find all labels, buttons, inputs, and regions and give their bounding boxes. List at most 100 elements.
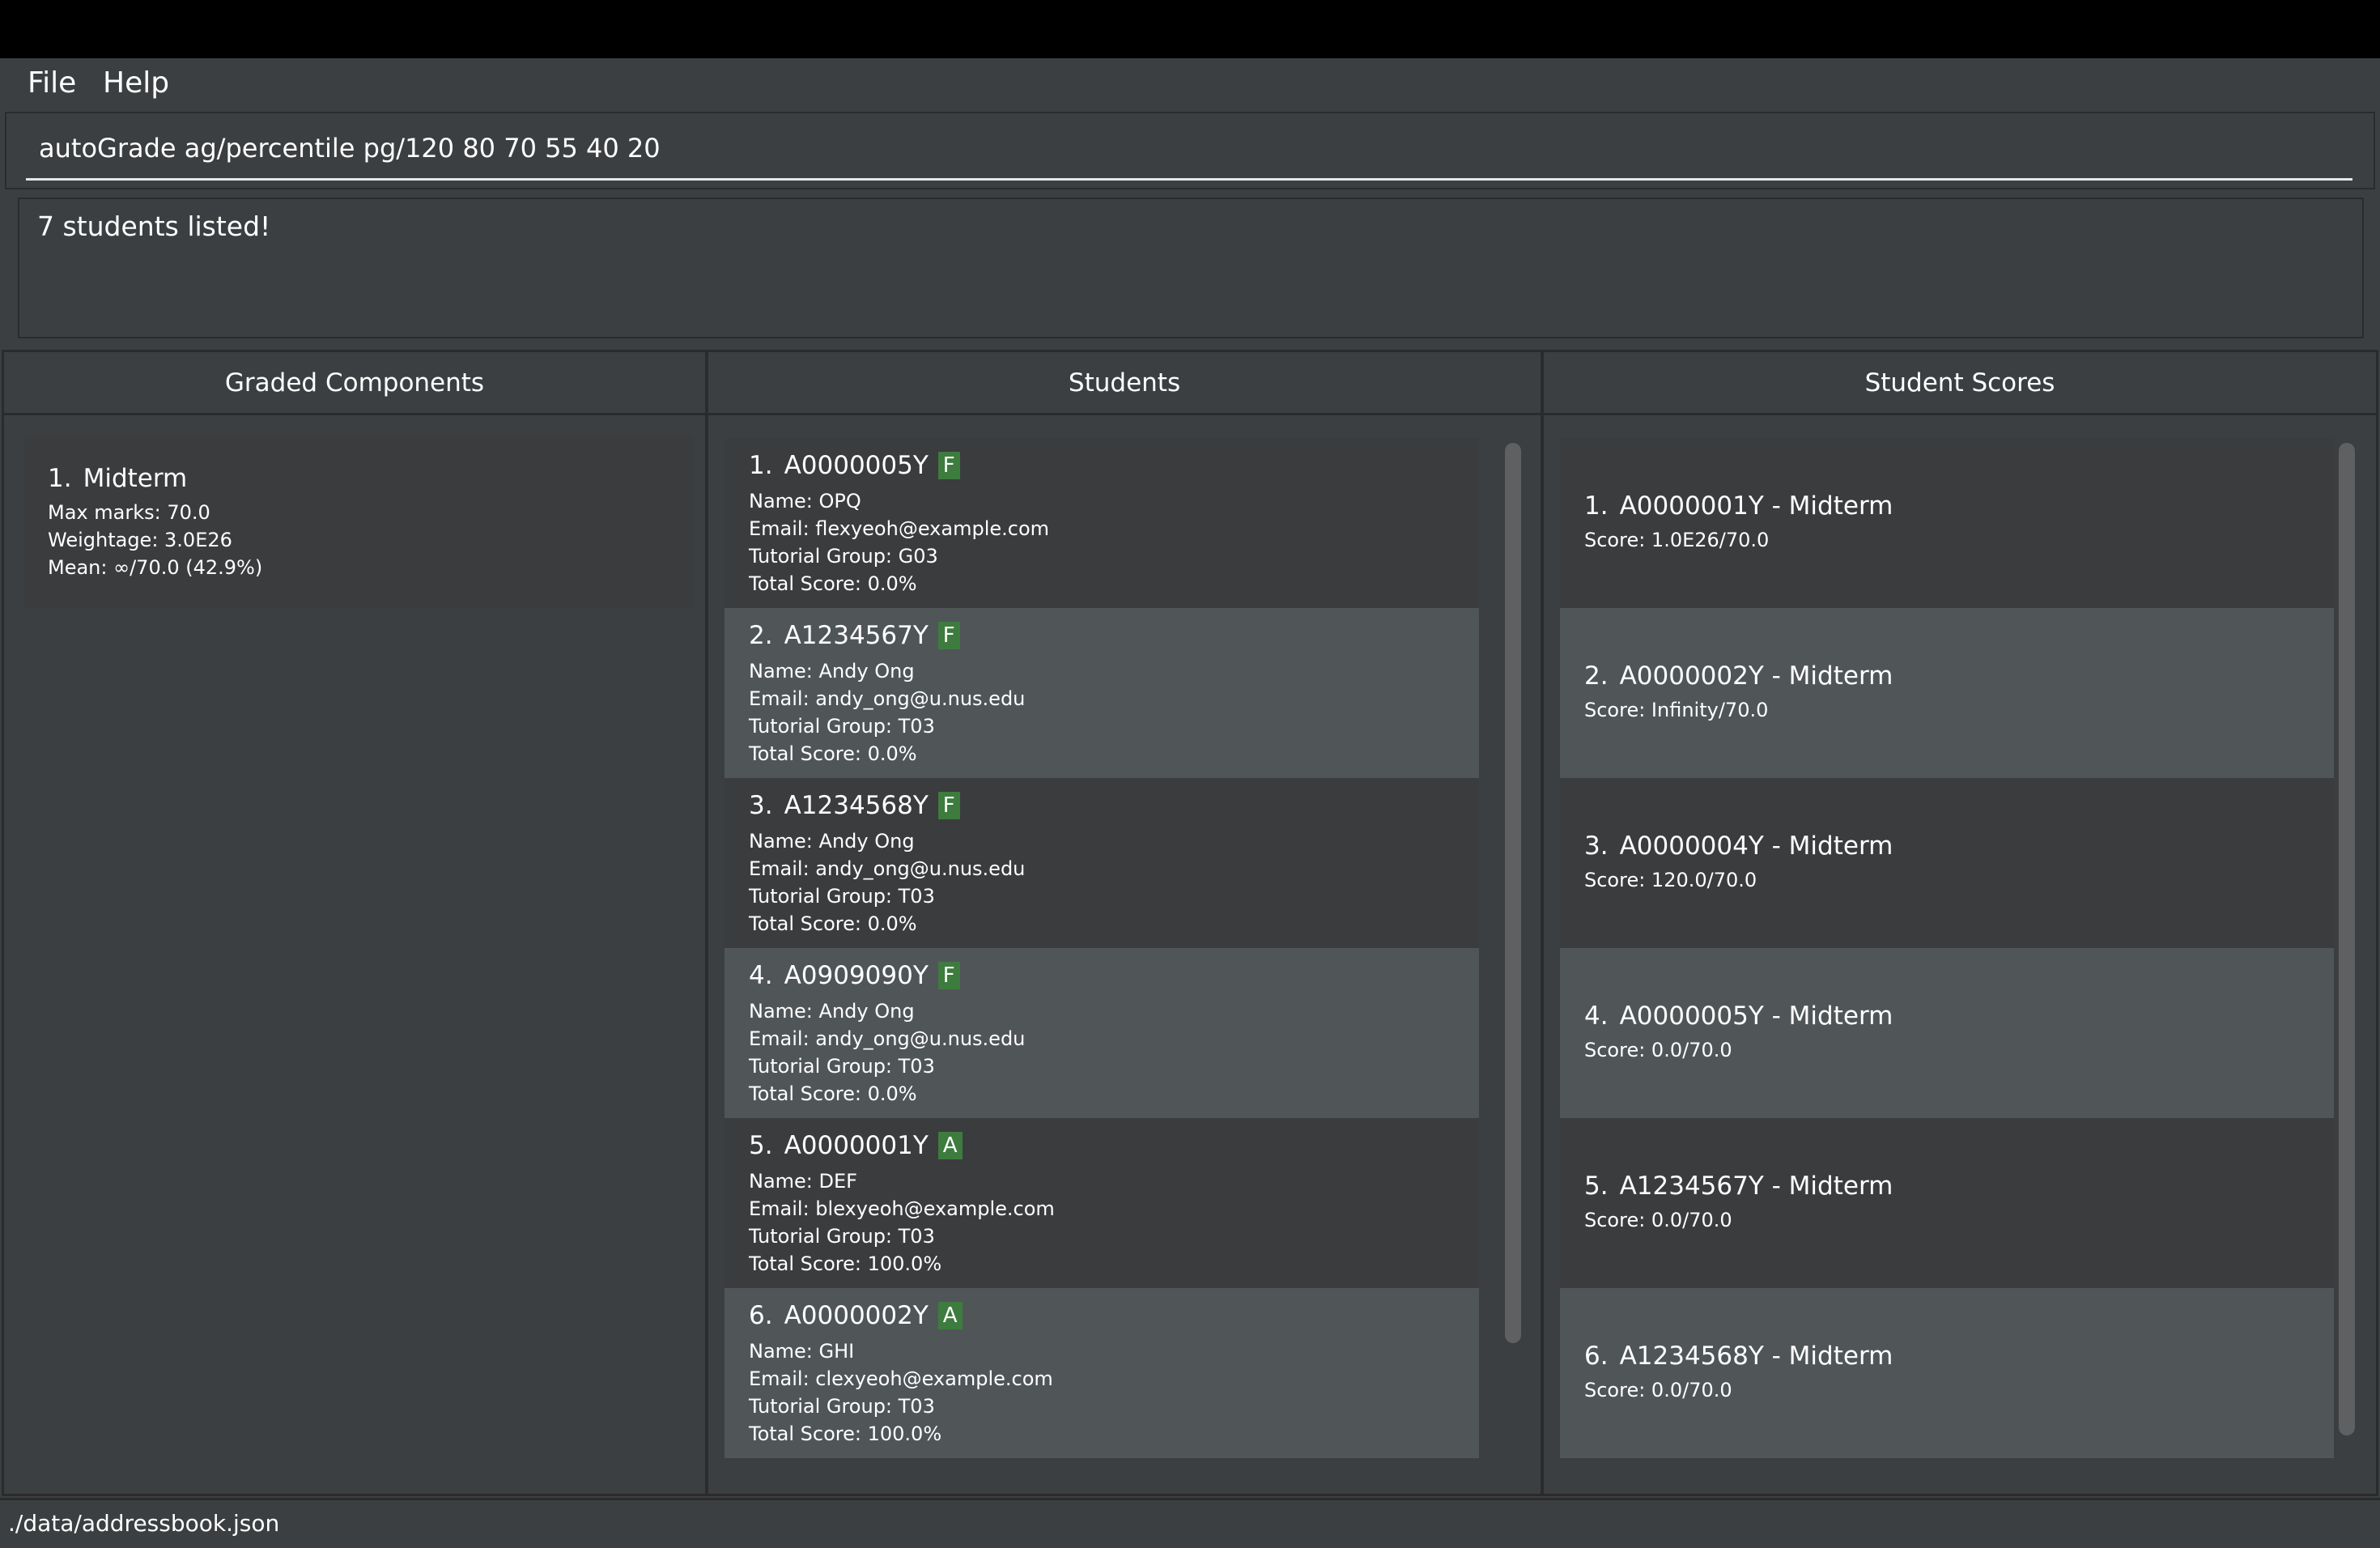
menu-help[interactable]: Help bbox=[103, 66, 169, 100]
students-header: Students bbox=[708, 352, 1541, 415]
score-index: 1. bbox=[1584, 491, 1609, 521]
student-name: Name: Andy Ong bbox=[749, 1000, 915, 1023]
student-title: 6. A0000002Y A bbox=[749, 1301, 963, 1330]
student-scores-header: Student Scores bbox=[1544, 352, 2376, 415]
storage-path: ./data/addressbook.json bbox=[8, 1510, 280, 1537]
score-value: Score: Infinity/70.0 bbox=[1584, 699, 1769, 721]
score-student-component: A0000005Y - Midterm bbox=[1619, 1002, 1893, 1031]
result-message: 7 students listed! bbox=[37, 211, 271, 242]
student-email: Email: andy_ong@u.nus.edu bbox=[749, 857, 1026, 880]
component-max-marks: Max marks: 70.0 bbox=[48, 501, 210, 524]
student-total-score: Total Score: 100.0% bbox=[749, 1252, 942, 1275]
student-card[interactable]: 6. A0000002Y A Name: GHI Email: clexyeoh@exa… bbox=[725, 1288, 1479, 1458]
grade-badge: A bbox=[937, 1132, 963, 1159]
score-value: Score: 0.0/70.0 bbox=[1584, 1209, 1732, 1231]
student-name: Name: OPQ bbox=[749, 490, 861, 512]
window-title-bar bbox=[0, 0, 2380, 58]
graded-components-header: Graded Components bbox=[4, 352, 705, 415]
student-tutorial-group: Tutorial Group: T03 bbox=[749, 1225, 935, 1248]
student-index: 4. bbox=[749, 961, 773, 990]
student-title: 2. A1234567Y F bbox=[749, 621, 960, 650]
student-index: 2. bbox=[749, 621, 773, 650]
menu-file[interactable]: File bbox=[28, 66, 76, 100]
student-title: 5. A0000001Y A bbox=[749, 1131, 963, 1160]
score-card[interactable]: 3. A0000004Y - Midterm Score: 120.0/70.0 bbox=[1560, 778, 2334, 948]
score-card[interactable]: 2. A0000002Y - Midterm Score: Infinity/70.… bbox=[1560, 608, 2334, 778]
student-name: Name: Andy Ong bbox=[749, 660, 915, 683]
student-total-score: Total Score: 0.0% bbox=[749, 572, 917, 595]
score-card[interactable]: 6. A1234568Y - Midterm Score: 0.0/70.0 bbox=[1560, 1288, 2334, 1458]
student-id: A1234568Y bbox=[784, 791, 929, 820]
student-name: Name: DEF bbox=[749, 1170, 857, 1193]
student-id: A0909090Y bbox=[784, 961, 929, 990]
student-email: Email: andy_ong@u.nus.edu bbox=[749, 687, 1026, 710]
component-index: 1. bbox=[48, 464, 72, 493]
student-card[interactable]: 3. A1234568Y F Name: Andy Ong Email: andy_on… bbox=[725, 778, 1479, 948]
scores-scrollbar[interactable] bbox=[2339, 443, 2355, 1435]
graded-components-panel: Graded Components 1. Midterm Max marks: … bbox=[2, 350, 708, 1496]
student-total-score: Total Score: 0.0% bbox=[749, 1082, 917, 1105]
student-index: 3. bbox=[749, 791, 773, 820]
score-index: 6. bbox=[1584, 1342, 1609, 1371]
student-email: Email: clexyeoh@example.com bbox=[749, 1367, 1053, 1390]
grade-badge: F bbox=[937, 452, 960, 479]
student-total-score: Total Score: 0.0% bbox=[749, 912, 917, 935]
component-weightage: Weightage: 3.0E26 bbox=[48, 529, 232, 551]
command-input-underline bbox=[26, 178, 2352, 181]
score-card[interactable]: 5. A1234567Y - Midterm Score: 0.0/70.0 bbox=[1560, 1118, 2334, 1288]
command-box[interactable]: autoGrade ag/percentile pg/120 80 70 55 … bbox=[5, 112, 2375, 189]
student-card[interactable]: 5. A0000001Y A Name: DEF Email: blexyeoh@exa… bbox=[725, 1118, 1479, 1288]
score-value: Score: 0.0/70.0 bbox=[1584, 1039, 1732, 1061]
student-title: 1. A0000005Y F bbox=[749, 451, 960, 480]
score-title: 5. A1234567Y - Midterm bbox=[1584, 1172, 1893, 1201]
score-value: Score: 1.0E26/70.0 bbox=[1584, 529, 1770, 551]
score-value: Score: 0.0/70.0 bbox=[1584, 1379, 1732, 1401]
grade-badge: A bbox=[937, 1302, 963, 1329]
student-id: A0000005Y bbox=[784, 451, 929, 480]
score-student-component: A1234568Y - Midterm bbox=[1619, 1342, 1893, 1371]
student-total-score: Total Score: 0.0% bbox=[749, 742, 917, 765]
score-student-component: A0000004Y - Midterm bbox=[1619, 831, 1893, 861]
score-index: 5. bbox=[1584, 1172, 1609, 1201]
student-tutorial-group: Tutorial Group: T03 bbox=[749, 885, 935, 908]
component-title: 1. Midterm bbox=[48, 464, 187, 493]
student-email: Email: andy_ong@u.nus.edu bbox=[749, 1027, 1026, 1050]
student-index: 1. bbox=[749, 451, 773, 480]
score-title: 6. A1234568Y - Midterm bbox=[1584, 1342, 1893, 1371]
student-index: 5. bbox=[749, 1131, 773, 1160]
student-card[interactable]: 2. A1234567Y F Name: Andy Ong Email: andy_on… bbox=[725, 608, 1479, 778]
component-name: Midterm bbox=[83, 464, 188, 493]
student-total-score: Total Score: 100.0% bbox=[749, 1423, 942, 1445]
student-title: 4. A0909090Y F bbox=[749, 961, 960, 990]
result-display: 7 students listed! bbox=[18, 198, 2364, 338]
grade-badge: F bbox=[937, 622, 960, 649]
grade-badge: F bbox=[937, 962, 960, 989]
student-name: Name: Andy Ong bbox=[749, 830, 915, 853]
score-card[interactable]: 4. A0000005Y - Midterm Score: 0.0/70.0 bbox=[1560, 948, 2334, 1118]
student-tutorial-group: Tutorial Group: G03 bbox=[749, 545, 938, 568]
student-id: A0000002Y bbox=[784, 1301, 929, 1330]
component-card[interactable]: 1. Midterm Max marks: 70.0 Weightage: 3.… bbox=[23, 436, 694, 608]
score-index: 2. bbox=[1584, 661, 1609, 691]
score-card[interactable]: 1. A0000001Y - Midterm Score: 1.0E26/70.0 bbox=[1560, 438, 2334, 608]
grade-badge: F bbox=[937, 792, 960, 819]
student-card[interactable]: 4. A0909090Y F Name: Andy Ong Email: andy_on… bbox=[725, 948, 1479, 1118]
score-student-component: A0000002Y - Midterm bbox=[1619, 661, 1893, 691]
score-title: 2. A0000002Y - Midterm bbox=[1584, 661, 1893, 691]
student-index: 6. bbox=[749, 1301, 773, 1330]
student-tutorial-group: Tutorial Group: T03 bbox=[749, 715, 935, 738]
score-value: Score: 120.0/70.0 bbox=[1584, 869, 1757, 891]
students-panel: Students 1. A0000005Y F Name: OPQ Email: fle… bbox=[706, 350, 1543, 1496]
student-card[interactable]: 1. A0000005Y F Name: OPQ Email: flexyeoh@exa… bbox=[725, 438, 1479, 608]
score-index: 3. bbox=[1584, 831, 1609, 861]
student-name: Name: GHI bbox=[749, 1340, 855, 1363]
score-student-component: A1234567Y - Midterm bbox=[1619, 1172, 1893, 1201]
score-title: 3. A0000004Y - Midterm bbox=[1584, 831, 1893, 861]
score-title: 1. A0000001Y - Midterm bbox=[1584, 491, 1893, 521]
student-email: Email: blexyeoh@example.com bbox=[749, 1197, 1055, 1220]
status-bar: ./data/addressbook.json bbox=[0, 1498, 2380, 1548]
command-input[interactable]: autoGrade ag/percentile pg/120 80 70 55 … bbox=[39, 133, 661, 164]
score-title: 4. A0000005Y - Midterm bbox=[1584, 1002, 1893, 1031]
menu-bar: File Help bbox=[0, 58, 2380, 110]
students-scrollbar[interactable] bbox=[1505, 443, 1521, 1343]
